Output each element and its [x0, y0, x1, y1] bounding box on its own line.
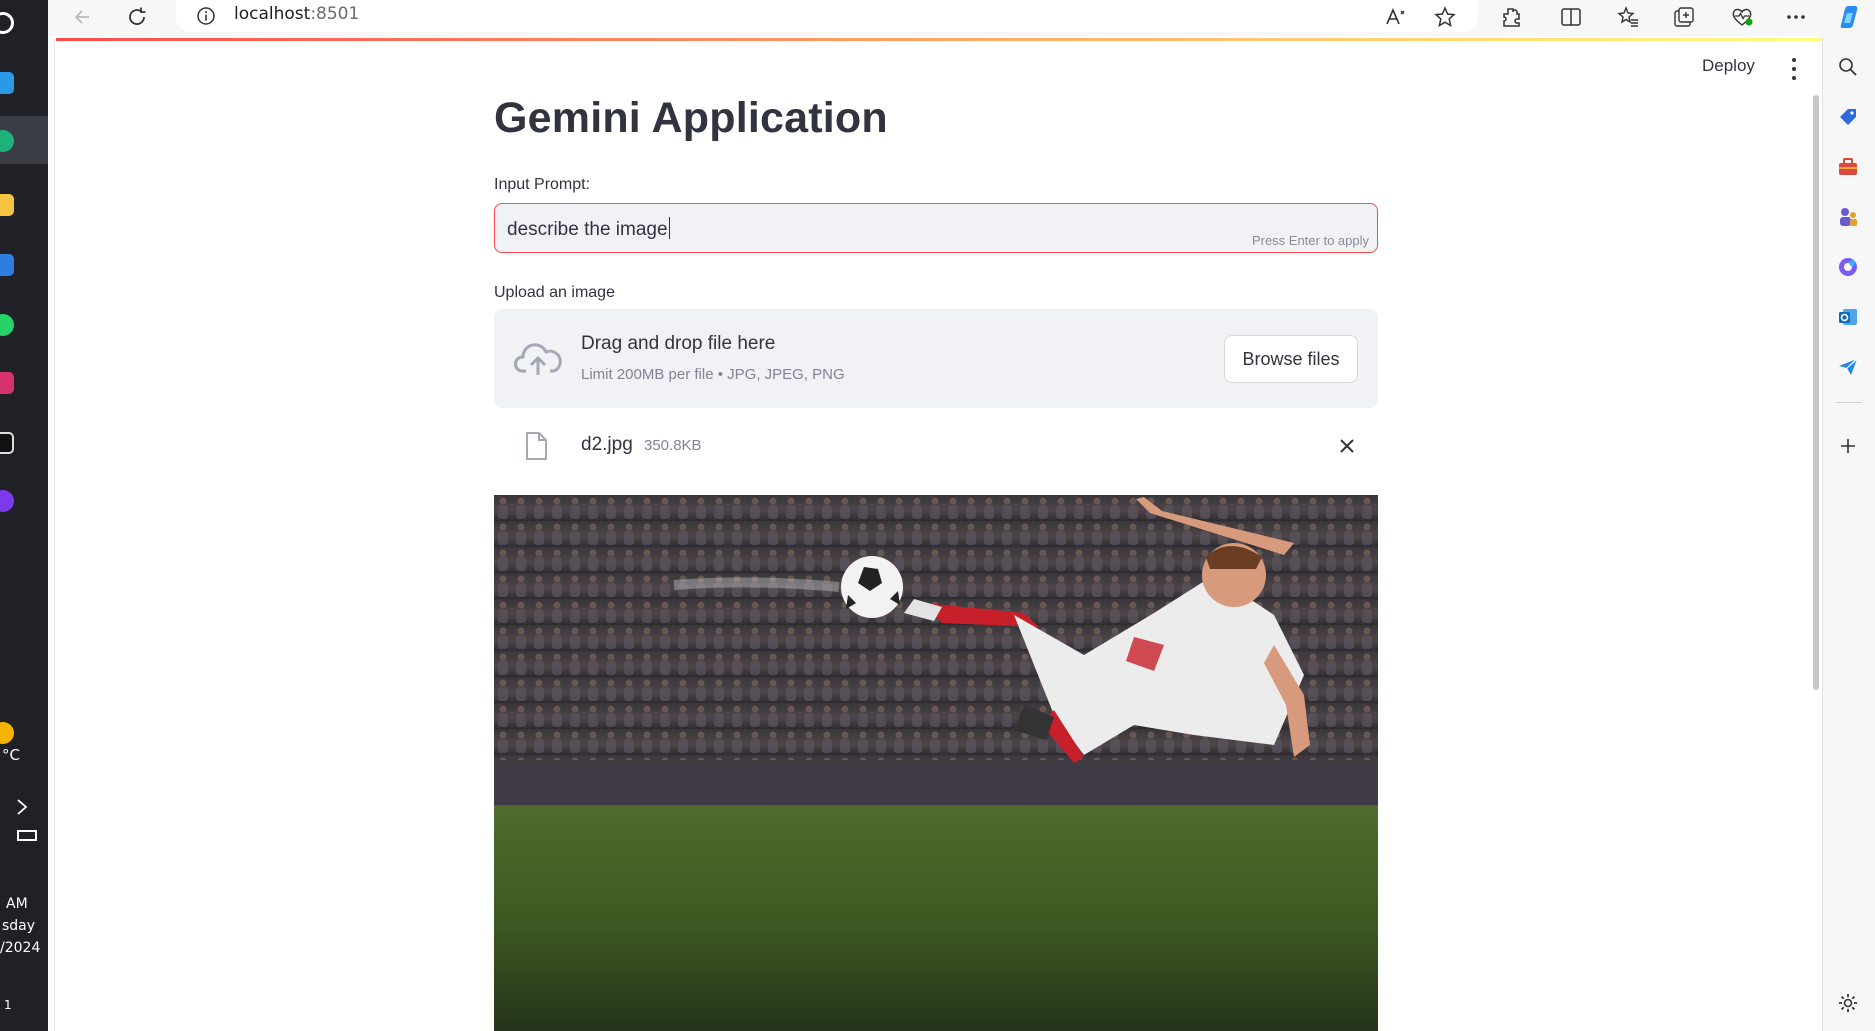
sidebar-add-icon[interactable]	[1835, 433, 1861, 459]
file-name: d2.jpg	[581, 434, 633, 455]
extensions-icon[interactable]	[1496, 2, 1526, 32]
refresh-button[interactable]	[122, 2, 152, 32]
favorite-star-icon[interactable]	[1430, 2, 1460, 32]
close-icon	[1340, 439, 1354, 453]
clock-date: /2024	[0, 940, 41, 956]
sidebar-outlook-icon[interactable]	[1835, 304, 1861, 330]
sidebar-settings-icon[interactable]	[1835, 990, 1861, 1016]
browser-sidebar	[1822, 36, 1875, 1031]
dropzone-title: Drag and drop file here	[581, 333, 776, 354]
url-port: :8501	[310, 4, 360, 24]
collections-icon[interactable]	[1669, 2, 1699, 32]
battery-icon	[17, 830, 37, 841]
os-taskbar: °C AM sday /2024 1	[0, 0, 48, 1031]
sidebar-search-icon[interactable]	[1835, 54, 1861, 80]
terminal-taskbar-icon[interactable]	[0, 432, 14, 454]
tray-chevron-icon[interactable]	[16, 798, 28, 820]
weather-icon	[0, 722, 14, 744]
file-size: 350.8KB	[644, 437, 702, 454]
site-info-icon[interactable]	[196, 6, 216, 30]
uploaded-image-preview	[494, 495, 1378, 1031]
address-bar[interactable]	[176, 0, 1478, 32]
instagram-taskbar-icon[interactable]	[0, 372, 14, 394]
remove-file-button[interactable]	[1336, 435, 1358, 457]
prompt-input-value: describe the image	[507, 217, 670, 241]
text-caret	[668, 217, 670, 239]
browse-files-button[interactable]: Browse files	[1224, 335, 1358, 383]
file-icon	[526, 432, 547, 460]
input-hint: Press Enter to apply	[1251, 233, 1369, 248]
clock-time: AM	[6, 896, 28, 912]
vscode-taskbar-icon[interactable]	[0, 72, 14, 94]
split-screen-icon[interactable]	[1556, 2, 1586, 32]
read-aloud-icon[interactable]	[1381, 2, 1411, 32]
clock-day: sday	[2, 918, 36, 934]
deploy-button[interactable]: Deploy	[1702, 56, 1755, 76]
notification-count-badge[interactable]: 1	[4, 998, 12, 1012]
refresh-icon	[129, 7, 146, 25]
sidebar-shopping-icon[interactable]	[1835, 104, 1861, 130]
sidebar-copilot-icon[interactable]	[1835, 254, 1861, 280]
whatsapp-taskbar-icon[interactable]	[0, 314, 14, 336]
weather-temperature: °C	[2, 746, 20, 764]
sidebar-tools-icon[interactable]	[1835, 154, 1861, 180]
prompt-input[interactable]: describe the image Press Enter to apply	[494, 203, 1378, 253]
sidebar-send-icon[interactable]	[1835, 354, 1861, 380]
sidebar-divider	[1836, 402, 1862, 403]
prompt-label: Input Prompt:	[494, 176, 591, 193]
sidebar-games-icon[interactable]	[1835, 204, 1861, 230]
browser-essentials-icon[interactable]	[1727, 2, 1757, 32]
back-arrow-icon	[74, 10, 89, 24]
app-menu-icon[interactable]	[1788, 58, 1800, 80]
more-options-icon[interactable]	[1781, 2, 1811, 32]
taskbar-app-icon[interactable]	[0, 12, 14, 34]
folder-taskbar-icon[interactable]	[0, 194, 14, 216]
cloud-upload-icon	[514, 343, 562, 375]
uploaded-file-row: d2.jpg 350.8KB	[494, 425, 1378, 469]
prompt-input-text: describe the image	[507, 219, 668, 240]
github-taskbar-icon[interactable]	[0, 490, 14, 512]
uploader-label: Upload an image	[494, 284, 615, 301]
page-title: Gemini Application	[494, 94, 888, 142]
copilot-icon[interactable]	[1834, 2, 1864, 32]
file-dropzone[interactable]: Drag and drop file here Limit 200MB per …	[494, 309, 1378, 408]
dropzone-limits: Limit 200MB per file • JPG, JPEG, PNG	[581, 366, 845, 383]
url-text[interactable]: localhost:8501	[234, 4, 359, 24]
store-taskbar-icon[interactable]	[0, 254, 14, 276]
back-button[interactable]	[68, 2, 98, 32]
url-host: localhost	[234, 4, 311, 24]
favorites-icon[interactable]	[1613, 2, 1643, 32]
page-scrollbar[interactable]	[1813, 95, 1819, 690]
soccer-player-image	[494, 495, 1378, 1031]
